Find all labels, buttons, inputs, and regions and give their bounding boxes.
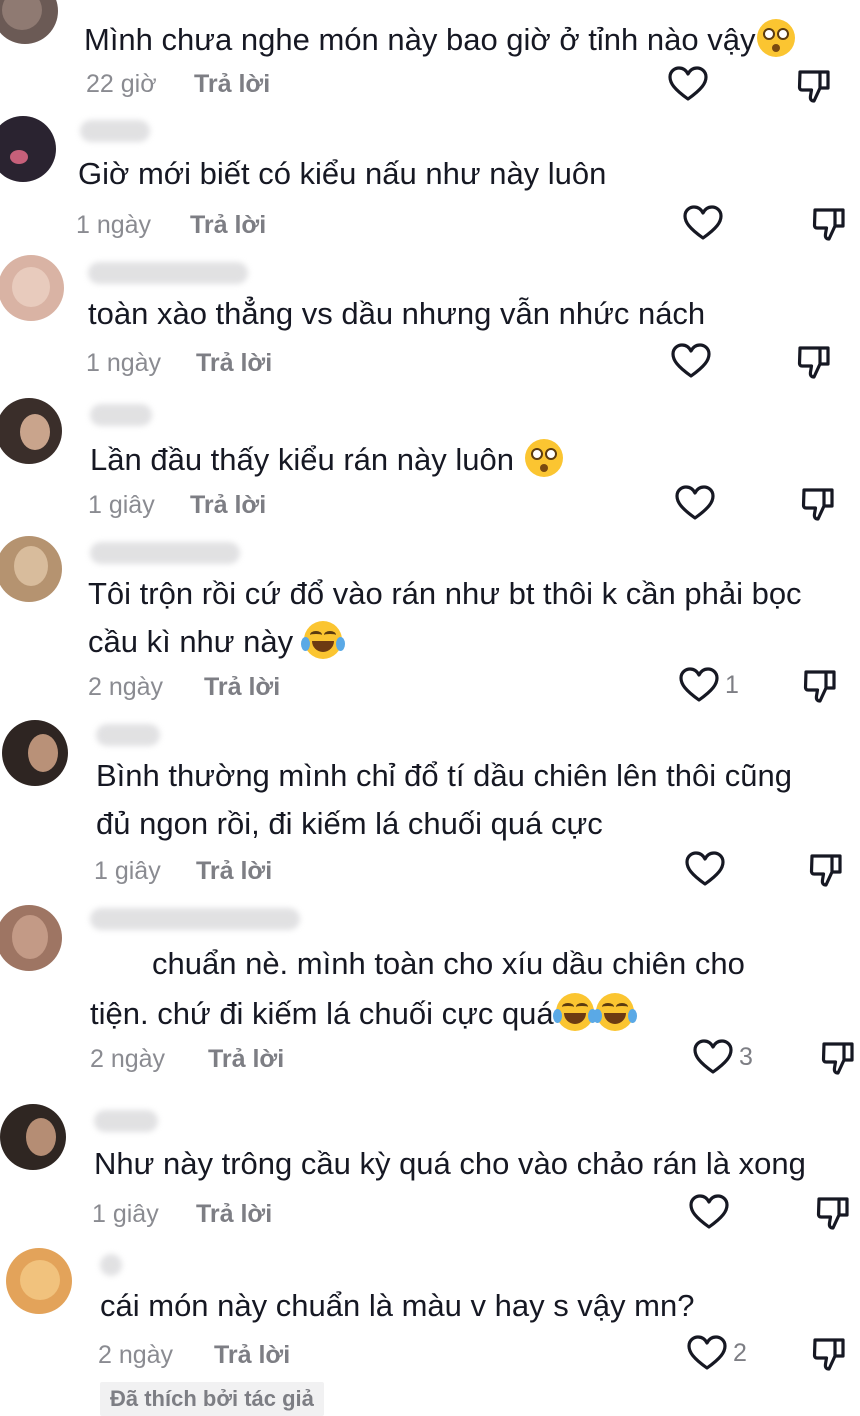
author-liked-badge: Đã thích bởi tác giả (100, 1382, 324, 1416)
like-button[interactable]: 2 (687, 1335, 747, 1371)
comment-text-line-2: tiện. chứ đi kiếm lá chuối cực quá (90, 990, 637, 1038)
comment-time: 1 giây (94, 857, 161, 885)
comment-time: 2 ngày (98, 1341, 174, 1369)
dislike-button[interactable] (796, 344, 832, 385)
comment-time: 1 giây (88, 491, 155, 519)
reply-button[interactable]: Trả lời (204, 673, 280, 702)
like-button[interactable] (671, 343, 717, 379)
thumbs-down-icon (809, 854, 842, 887)
avatar[interactable] (6, 1248, 72, 1314)
comment-text: chuẩn nè. mình toàn cho xíu dầu chiên ch… (152, 946, 745, 981)
reply-button[interactable]: Trả lời (190, 491, 266, 520)
heart-icon (668, 66, 708, 101)
heart-icon (683, 205, 723, 240)
reply-button[interactable]: Trả lời (190, 211, 266, 240)
flushed-emoji-icon (524, 439, 563, 477)
laughing-tears-emoji-icon (300, 621, 345, 659)
heart-icon (679, 667, 719, 702)
like-count: 1 (725, 670, 739, 699)
like-button[interactable] (668, 66, 714, 102)
avatar[interactable] (0, 398, 62, 464)
username[interactable] (90, 908, 300, 930)
dislike-button[interactable] (815, 1195, 851, 1236)
like-button[interactable]: 3 (693, 1039, 753, 1075)
like-button[interactable] (683, 205, 729, 241)
comment-time: 1 ngày (86, 349, 162, 377)
comment-time: 22 giờ (86, 70, 157, 98)
like-button[interactable] (689, 1194, 735, 1230)
username[interactable] (90, 404, 152, 426)
thumbs-down-icon (797, 346, 830, 379)
dislike-button[interactable] (820, 1040, 856, 1081)
dislike-button[interactable] (802, 668, 838, 709)
comment-time: 2 ngày (88, 673, 164, 701)
dislike-button[interactable] (811, 206, 847, 247)
avatar[interactable] (0, 255, 64, 321)
comment-text: Như này trông cầu kỳ quá cho vào chảo rá… (94, 1146, 806, 1181)
avatar[interactable] (0, 0, 58, 44)
heart-icon (687, 1335, 727, 1370)
thumbs-down-icon (812, 1338, 845, 1371)
thumbs-down-icon (812, 208, 845, 241)
thumbs-down-icon (816, 1197, 849, 1230)
reply-button[interactable]: Trả lời (194, 70, 270, 99)
thumbs-down-icon (801, 488, 834, 521)
laughing-tears-emoji-icon (552, 993, 597, 1031)
avatar[interactable] (0, 905, 62, 971)
laughing-tears-emoji-icon (592, 993, 637, 1031)
like-count: 2 (733, 1338, 747, 1367)
heart-icon (671, 343, 711, 378)
reply-button[interactable]: Trả lời (196, 857, 272, 886)
avatar[interactable] (0, 116, 56, 182)
comment-text: Mình chưa nghe món này bao giờ ở tỉnh nà… (84, 16, 796, 64)
avatar[interactable] (2, 720, 68, 786)
reply-button[interactable]: Trả lời (196, 349, 272, 378)
username[interactable] (96, 724, 160, 746)
avatar[interactable] (0, 1104, 66, 1170)
comment-text-line-2: cầu kì như này (88, 618, 345, 666)
heart-icon (689, 1194, 729, 1229)
like-button[interactable] (685, 851, 731, 887)
reply-button[interactable]: Trả lời (214, 1341, 290, 1370)
comment-text-line-2: đủ ngon rồi, đi kiếm lá chuối quá cực (96, 806, 603, 841)
flushed-emoji-icon (757, 19, 796, 57)
username[interactable] (90, 542, 240, 564)
comment-text: toàn xào thẳng vs dầu nhưng vẫn nhức nác… (88, 296, 706, 331)
username[interactable] (88, 262, 248, 284)
comment-text: Lần đầu thấy kiểu rán này luôn (90, 436, 563, 484)
comment-time: 1 giây (92, 1200, 159, 1228)
thumbs-down-icon (797, 70, 830, 103)
like-button[interactable]: 1 (679, 667, 739, 703)
comment-text: cái món này chuẩn là màu v hay s vậy mn? (100, 1288, 695, 1323)
dislike-button[interactable] (811, 1336, 847, 1377)
heart-icon (675, 485, 715, 520)
username[interactable] (80, 120, 150, 142)
reply-button[interactable]: Trả lời (208, 1045, 284, 1074)
comment-text: Bình thường mình chỉ đổ tí dầu chiên lên… (96, 758, 792, 793)
comment-text: Tôi trộn rồi cứ đổ vào rán như bt thôi k… (88, 576, 802, 611)
comment-text: Giờ mới biết có kiểu nấu như này luôn (78, 156, 607, 191)
thumbs-down-icon (803, 670, 836, 703)
reply-button[interactable]: Trả lời (196, 1200, 272, 1229)
username[interactable] (100, 1254, 122, 1276)
dislike-button[interactable] (808, 852, 844, 893)
like-button[interactable] (675, 485, 721, 521)
dislike-button[interactable] (796, 68, 832, 109)
thumbs-down-icon (821, 1042, 854, 1075)
like-count: 3 (739, 1042, 753, 1071)
username[interactable] (94, 1110, 158, 1132)
avatar[interactable] (0, 536, 62, 602)
heart-icon (685, 851, 725, 886)
heart-icon (693, 1039, 733, 1074)
comment-time: 2 ngày (90, 1045, 166, 1073)
comment-time: 1 ngày (76, 211, 152, 239)
dislike-button[interactable] (800, 486, 836, 527)
